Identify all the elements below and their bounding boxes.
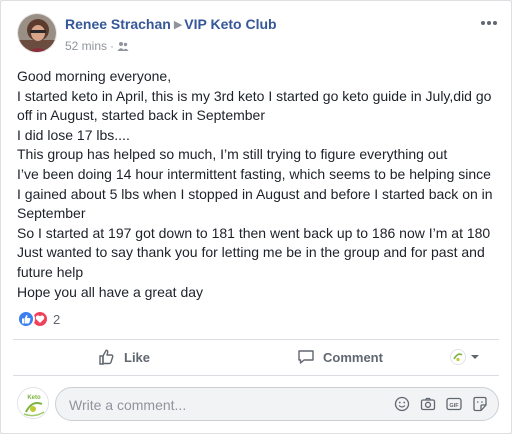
- post-card: Renee Strachan ▶ VIP Keto Club 52 mins · Go…: [0, 0, 512, 434]
- post-line: off in August, started back in September: [17, 107, 266, 124]
- divider: [13, 339, 499, 340]
- post-line: I started keto in April, this is my 3rd …: [17, 87, 492, 104]
- divider: [13, 375, 499, 376]
- post-line: September: [17, 205, 86, 222]
- svg-text:GIF: GIF: [449, 403, 459, 409]
- camera-icon[interactable]: [420, 396, 436, 412]
- post-line: I’ve been doing 14 hour intermittent fas…: [17, 165, 491, 182]
- comment-placeholder: Write a comment...: [69, 397, 187, 413]
- comment-input[interactable]: Write a comment... GIF: [55, 387, 499, 421]
- group-icon[interactable]: [117, 40, 129, 55]
- sticker-icon[interactable]: [472, 396, 488, 412]
- post-line: So I started at 197 got down to 181 then…: [17, 224, 491, 241]
- author-line: Renee Strachan ▶ VIP Keto Club: [65, 16, 277, 32]
- post-meta: 52 mins ·: [65, 39, 129, 55]
- like-label: Like: [124, 349, 151, 365]
- like-button[interactable]: Like: [98, 341, 150, 373]
- group-name[interactable]: VIP Keto Club: [184, 16, 276, 32]
- post-line: This group has helped so much, I’m still…: [17, 146, 448, 163]
- keto-page-avatar-icon: [450, 349, 479, 365]
- comment-icon: [298, 350, 314, 364]
- post-line: Good morning everyone,: [17, 68, 172, 84]
- post-line: Hope you all have a great day: [17, 283, 204, 300]
- gif-icon[interactable]: GIF: [446, 396, 462, 412]
- meta-separator: ·: [110, 39, 115, 53]
- emoji-icon[interactable]: [394, 396, 410, 412]
- like-reaction-icon: [17, 310, 35, 328]
- commenter-avatar[interactable]: Keto: [17, 387, 49, 419]
- comment-composer: Keto Write a comment... GIF: [13, 385, 499, 421]
- reaction-count: 2: [53, 311, 61, 327]
- post-line: future help: [17, 263, 84, 280]
- post-body: Good morning everyone, I started keto in…: [17, 67, 499, 302]
- post-timestamp[interactable]: 52 mins: [65, 39, 107, 53]
- reactions-summary[interactable]: 2: [17, 309, 60, 329]
- post-line: I gained about 5 lbs when I stopped in A…: [17, 185, 493, 202]
- post-line: I did lose 17 lbs....: [17, 126, 130, 143]
- author-avatar[interactable]: [17, 13, 57, 53]
- more-options-icon[interactable]: [479, 13, 499, 33]
- comment-label: Comment: [323, 349, 383, 365]
- post-line: Just wanted to say thank you for letting…: [17, 244, 485, 261]
- reaction-picker-button[interactable]: [449, 341, 489, 373]
- post-header: Renee Strachan ▶ VIP Keto Club 52 mins ·: [17, 13, 499, 57]
- thumbs-up-icon: [99, 349, 114, 365]
- svg-text:Keto: Keto: [27, 395, 41, 401]
- caret-right-icon: ▶: [173, 19, 183, 31]
- comment-button[interactable]: Comment: [297, 341, 383, 373]
- composer-icons: GIF: [394, 396, 488, 412]
- author-name[interactable]: Renee Strachan: [65, 16, 171, 32]
- action-bar: Like Comment: [13, 341, 499, 373]
